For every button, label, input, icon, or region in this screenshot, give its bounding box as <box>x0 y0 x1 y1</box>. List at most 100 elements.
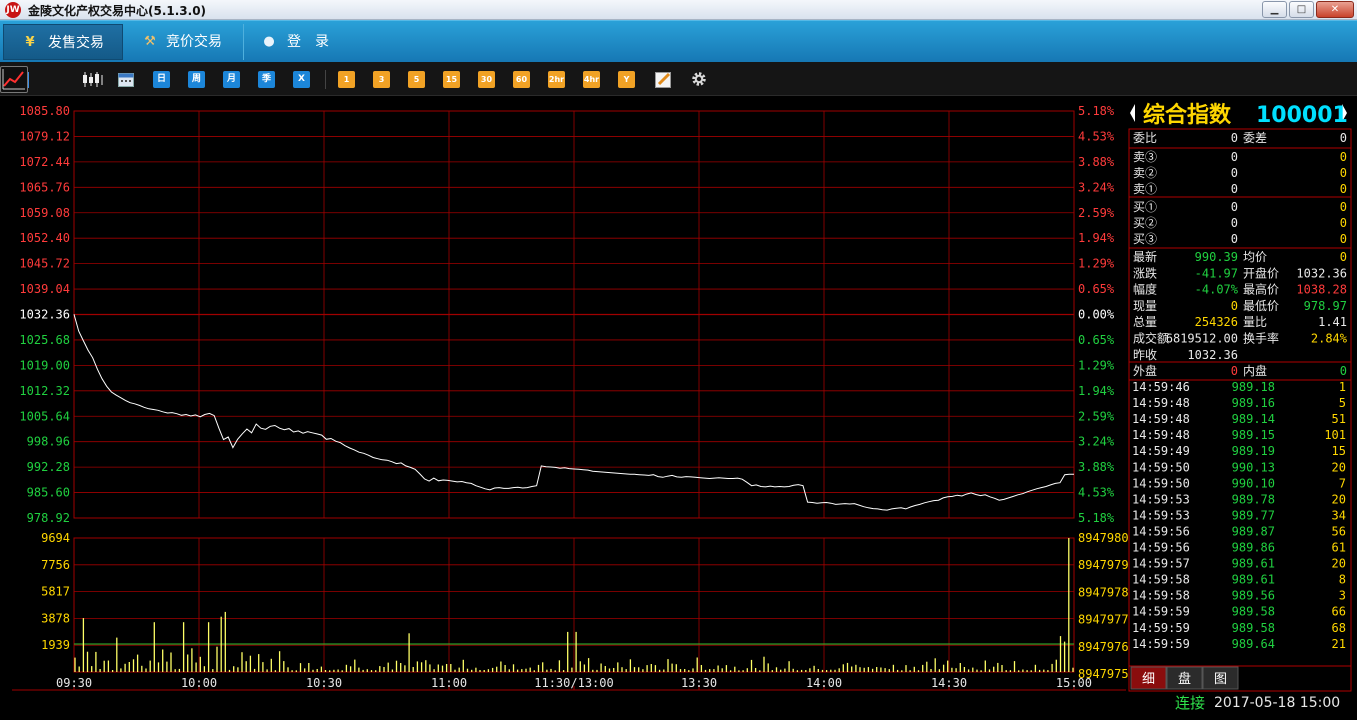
price-tick-label: 1052.40 <box>19 231 70 245</box>
time-axis-label: 14:30 <box>931 676 967 690</box>
tick-time: 14:59:48 <box>1132 396 1190 410</box>
minute-3-button[interactable]: 3 <box>373 71 390 88</box>
tick-price: 989.15 <box>1232 428 1275 442</box>
bid-price: 0 <box>1231 216 1238 230</box>
tick-price: 989.58 <box>1232 621 1275 635</box>
close-button[interactable]: ✕ <box>1316 1 1354 18</box>
price-tick-label: 985.60 <box>27 486 70 500</box>
period-quarter-button[interactable]: 季 <box>258 71 275 88</box>
percent-tick-label: 3.24% <box>1078 435 1115 449</box>
tick-price: 989.58 <box>1232 605 1275 619</box>
volume-right-label: 8947979 <box>1078 558 1128 572</box>
percent-tick-label: 3.88% <box>1078 460 1115 474</box>
stat-label: 幅度 <box>1133 282 1157 297</box>
price-tick-label: 1079.12 <box>19 129 70 143</box>
percent-tick-label: 0.00% <box>1078 308 1115 322</box>
trend-chart-button[interactable] <box>0 66 28 93</box>
price-tick-label: 992.28 <box>27 460 70 474</box>
tick-volume: 20 <box>1332 557 1346 571</box>
percent-tick-label: 0.65% <box>1078 333 1115 347</box>
intraday-chart[interactable]: 1085.80 5.18% 1079.12 4.53% 1072.44 3.88% 1065… <box>0 96 1128 692</box>
quote-panel: 综合指数 100001 委比 0 委差 0 卖③ 0 0 卖② 0 0 卖① 0 0 买① 0 0 买② 0 0 买③ 0 0… <box>1128 102 1352 692</box>
percent-tick-label: 5.18% <box>1078 511 1115 525</box>
period-x-button[interactable]: X <box>293 71 310 88</box>
stat-value: 1032.36 <box>1296 266 1347 280</box>
tab-sale-label: 发售交易 <box>48 35 104 51</box>
minimize-button[interactable]: ▁ <box>1262 1 1287 18</box>
trend-line-icon <box>2 69 25 90</box>
price-tick-label: 1065.76 <box>19 180 70 194</box>
tick-volume: 56 <box>1332 524 1346 538</box>
minute-30-button[interactable]: 30 <box>478 71 495 88</box>
inner-value: 0 <box>1340 364 1347 378</box>
stat-value: 6819512.00 <box>1166 332 1238 346</box>
stat-value: 0 <box>1340 250 1347 264</box>
ask-price: 0 <box>1231 166 1238 180</box>
tick-time: 14:59:56 <box>1132 524 1190 538</box>
tick-volume: 5 <box>1339 396 1346 410</box>
title-bar: JW 金陵文化产权交易中心(5.1.3.0) ▁ □ ✕ <box>0 0 1357 20</box>
bid-label: 买① <box>1133 200 1157 214</box>
tick-volume: 20 <box>1332 492 1346 506</box>
panel-tab-label: 盘 <box>1178 671 1191 687</box>
tab-bid-trading[interactable]: ⚒ 竞价交易 <box>126 24 244 60</box>
volume-right-label: 8947975 <box>1078 667 1128 681</box>
tick-price: 989.61 <box>1232 573 1275 587</box>
tick-volume: 20 <box>1332 460 1346 474</box>
quote-code: 100001 <box>1256 103 1348 128</box>
minute-1-button[interactable]: 1 <box>338 71 355 88</box>
period-week-button[interactable]: 周 <box>188 71 205 88</box>
chart-toolbar: 日 周 月 季 X 1 3 5 15 30 60 2hr 4hr Y <box>0 62 1357 96</box>
stat-label: 最新 <box>1133 249 1157 264</box>
panel-tab-label: 图 <box>1214 672 1227 687</box>
hour-4-button[interactable]: 4hr <box>583 71 600 88</box>
stat-label: 涨跌 <box>1133 265 1157 280</box>
maximize-button[interactable]: □ <box>1289 1 1314 18</box>
stat-value: 1038.28 <box>1296 283 1347 297</box>
period-day-button[interactable]: 日 <box>153 71 170 88</box>
order-ratio-value: 0 <box>1231 131 1238 145</box>
tab-sale-trading[interactable]: ¥ 发售交易 <box>3 24 123 60</box>
tick-price: 989.77 <box>1232 508 1275 522</box>
percent-tick-label: 1.29% <box>1078 257 1115 271</box>
percent-tick-label: 1.94% <box>1078 231 1115 245</box>
time-axis-label: 09:30 <box>56 676 92 690</box>
volume-tick-label: 7756 <box>41 558 70 572</box>
price-tick-label: 1039.04 <box>19 282 70 296</box>
time-axis-label: 11:30/13:00 <box>534 676 613 690</box>
tick-volume: 101 <box>1324 428 1346 442</box>
outer-label: 外盘 <box>1133 363 1157 378</box>
period-month-button[interactable]: 月 <box>223 71 240 88</box>
minute-60-button[interactable]: 60 <box>513 71 530 88</box>
tick-price: 990.10 <box>1232 476 1275 490</box>
calendar-icon[interactable] <box>118 71 134 88</box>
percent-tick-label: 1.29% <box>1078 358 1115 372</box>
tick-time: 14:59:48 <box>1132 428 1190 442</box>
price-tick-label: 1032.36 <box>19 308 70 322</box>
tick-volume: 15 <box>1332 444 1346 458</box>
prev-arrow-icon[interactable] <box>1130 104 1135 122</box>
stat-label: 量比 <box>1243 315 1267 329</box>
bid-price: 0 <box>1231 200 1238 214</box>
stat-value: -4.07% <box>1195 283 1239 297</box>
tick-time: 14:59:59 <box>1132 605 1190 619</box>
status-datetime: 2017-05-18 15:00 <box>1214 695 1341 711</box>
time-axis-label: 10:30 <box>306 676 342 690</box>
tab-login[interactable]: ● 登录 <box>247 24 357 60</box>
gear-icon[interactable] <box>690 70 708 88</box>
ask-label: 卖③ <box>1133 150 1157 164</box>
stat-label: 最低价 <box>1243 299 1279 313</box>
order-diff-value: 0 <box>1340 131 1347 145</box>
hour-2-button[interactable]: 2hr <box>548 71 565 88</box>
tick-price: 989.16 <box>1232 396 1275 410</box>
ask-volume: 0 <box>1340 166 1347 180</box>
percent-tick-label: 0.65% <box>1078 282 1115 296</box>
tick-price: 989.78 <box>1232 492 1275 506</box>
percent-tick-label: 4.53% <box>1078 486 1115 500</box>
candlestick-icon[interactable] <box>82 71 104 88</box>
minute-15-button[interactable]: 15 <box>443 71 460 88</box>
draw-pencil-icon[interactable] <box>655 71 673 88</box>
year-button[interactable]: Y <box>618 71 635 88</box>
minute-5-button[interactable]: 5 <box>408 71 425 88</box>
price-tick-label: 1085.80 <box>19 104 70 118</box>
